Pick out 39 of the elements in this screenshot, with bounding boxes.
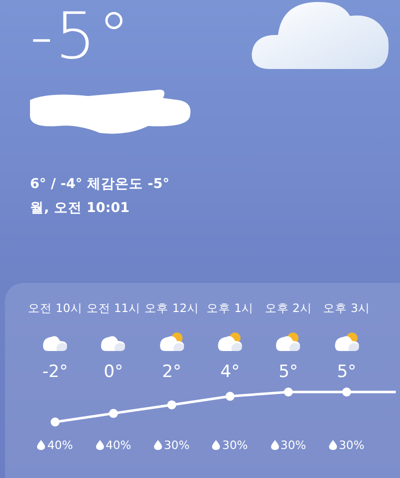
sun-behind-cloud-icon xyxy=(217,332,244,352)
hour-label: 오후 2시 xyxy=(264,301,312,316)
hour-temperature: 2° xyxy=(162,362,182,382)
hour-label: 오전 10시 xyxy=(28,301,82,316)
hour-temperature: 5° xyxy=(278,362,298,382)
hour-label: 오후 3시 xyxy=(323,301,370,316)
sun-behind-cloud-icon xyxy=(334,332,360,352)
raindrop-icon xyxy=(154,440,162,450)
hour-label: 오후 12시 xyxy=(144,301,199,316)
temperature-point xyxy=(226,392,235,401)
raindrop-icon xyxy=(37,440,46,450)
precipitation-chance: 30% xyxy=(280,438,306,452)
raindrop-icon xyxy=(96,440,104,450)
precipitation-chance: 30% xyxy=(222,438,248,452)
cloud-icon xyxy=(100,334,126,352)
raindrop-icon xyxy=(270,440,279,450)
precipitation-chance: 30% xyxy=(164,438,190,452)
date-time-text: 월, 오전 10:01 xyxy=(30,199,131,218)
hour-temperature: 4° xyxy=(220,362,240,382)
hour-temperature: 0° xyxy=(104,362,124,382)
sun-behind-cloud-icon xyxy=(275,332,302,352)
temperature-point xyxy=(50,418,60,426)
raindrop-icon xyxy=(328,440,337,450)
raindrop-icon xyxy=(212,440,220,450)
temperature-range-text: 6° / -4° 체감온도 -5° xyxy=(30,175,170,194)
current-temperature: -5° xyxy=(30,0,132,74)
temperature-point xyxy=(284,388,293,396)
temperature-point xyxy=(342,388,352,396)
precipitation-chance: 30% xyxy=(338,438,364,452)
temperature-point xyxy=(167,400,176,410)
hour-temperature: 5° xyxy=(336,362,356,382)
cloud-icon xyxy=(42,334,68,352)
precipitation-chance: 40% xyxy=(47,438,73,452)
hour-label: 오후 1시 xyxy=(206,301,254,316)
hour-label: 오전 11시 xyxy=(86,301,141,316)
temperature-point xyxy=(108,408,118,418)
sun-behind-cloud-icon xyxy=(158,332,185,352)
hour-temperature: -2° xyxy=(42,362,68,382)
precipitation-chance: 40% xyxy=(106,438,132,452)
